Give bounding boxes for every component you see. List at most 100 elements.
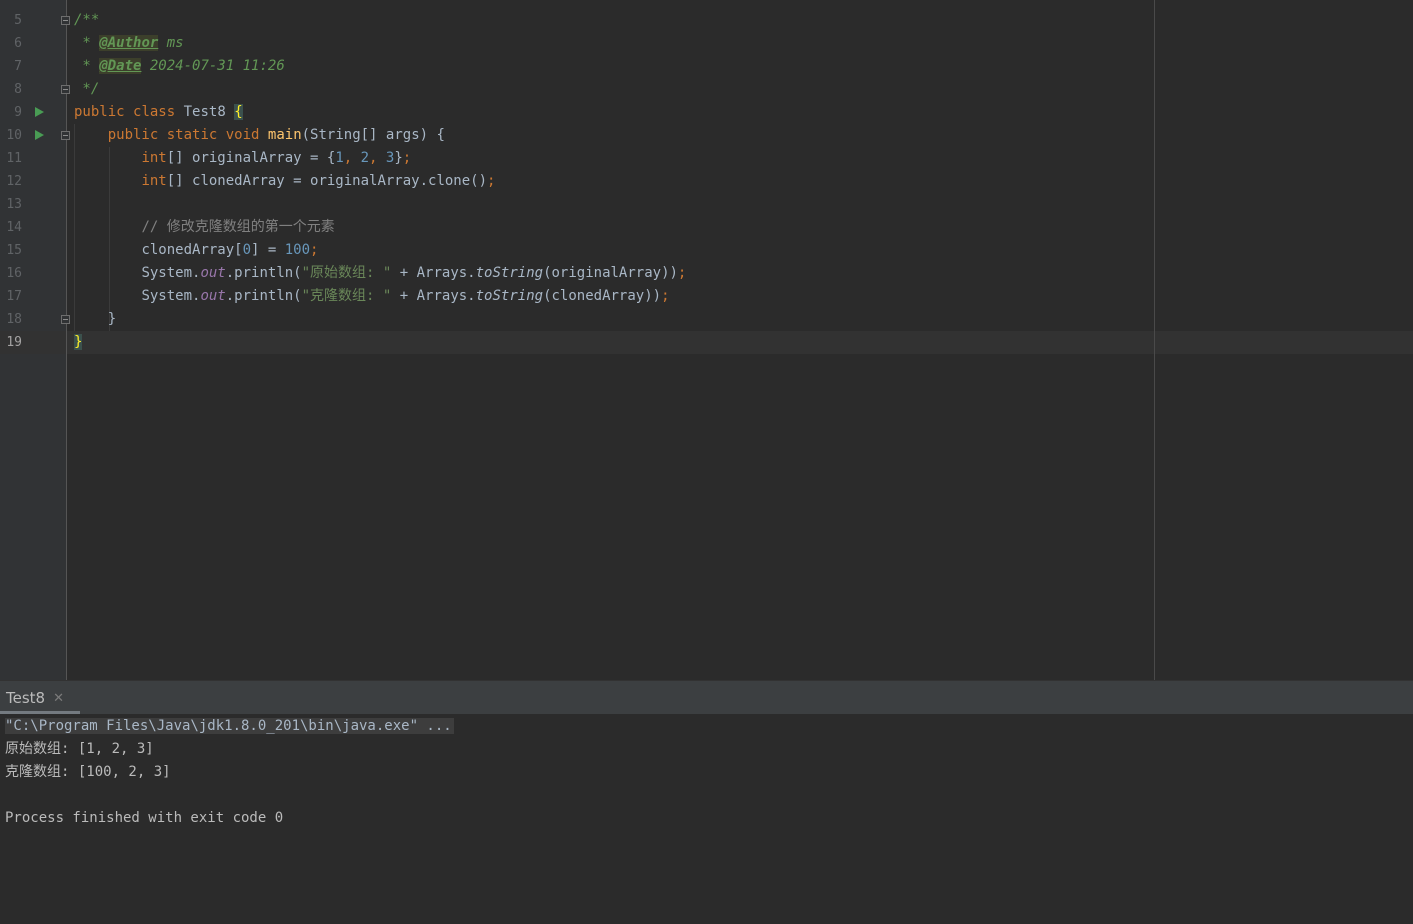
line-number: 14 [6,220,22,235]
keyword-void: void [225,127,260,143]
keyword-static: static [166,127,218,143]
code-line-16: System.out.println("原始数组: " + Arrays.toS… [74,262,686,285]
console-command-line[interactable]: "C:\Program Files\Java\jdk1.8.0_201\bin\… [5,715,454,738]
comma: , [343,150,361,166]
method-name: main [267,127,302,143]
code-line-5: /** [74,9,99,32]
right-margin-guide [1154,0,1155,680]
line-number: 7 [14,59,22,74]
brace-close: } [394,150,403,166]
line-number: 12 [6,174,22,189]
line-number: 17 [6,289,22,304]
number-literal: 1 [335,150,344,166]
code-line-7: * @Date 2024-07-31 11:26 [74,55,285,78]
code-text: clonedArray[ [141,242,243,258]
string-literal: "克隆数组: " [301,288,392,304]
method-params: (String[] args) { [301,127,445,143]
line-number: 5 [14,13,22,28]
number-literal: 100 [284,242,311,258]
static-field: out [200,288,226,304]
javadoc-open: /** [74,12,100,28]
semicolon: ; [402,150,412,166]
line-number: 10 [6,128,22,143]
code-line-8: */ [74,78,99,101]
code-line-9: public class Test8 { [74,101,243,124]
run-tab-label: Test8 [6,689,46,707]
semicolon: ; [661,288,670,304]
code-text: .println( [225,288,302,304]
gutter-divider [66,0,67,680]
java-command-link[interactable]: "C:\Program Files\Java\jdk1.8.0_201\bin\… [5,718,454,734]
javadoc-star: * [74,35,100,51]
code-line-15: clonedArray[0] = 100; [74,239,318,262]
semicolon: ; [310,242,319,258]
console-output[interactable]: "C:\Program Files\Java\jdk1.8.0_201\bin\… [0,714,1413,924]
code-line-19: } [74,331,83,354]
code-line-17: System.out.println("克隆数组: " + Arrays.toS… [74,285,670,308]
code-line-12: int[] clonedArray = originalArray.clone(… [74,170,495,193]
close-icon[interactable]: ✕ [53,691,64,706]
comma: , [369,150,386,166]
javadoc-date-tag: @Date [99,58,142,74]
code-line-6: * @Author ms [74,32,184,55]
current-line-highlight [0,331,1413,354]
run-tab-test8[interactable]: Test8 ✕ [0,681,72,715]
keyword-public: public [107,127,159,143]
fold-end-icon[interactable] [61,315,70,324]
javadoc-author-tag: @Author [99,35,159,51]
line-number: 15 [6,243,22,258]
line-number: 13 [6,197,22,212]
number-literal: 2 [360,150,370,166]
line-number: 11 [6,151,22,166]
line-number: 18 [6,312,22,327]
run-tab-bar: Test8 ✕ [0,680,1413,715]
code-text: (clonedArray)) [543,288,662,304]
javadoc-date-value: 2024-07-31 11:26 [141,58,285,74]
code-line-10: public static void main(String[] args) { [74,124,445,147]
number-literal: 0 [242,242,252,258]
code-text: System. [141,265,201,281]
line-comment: // 修改克隆数组的第一个元素 [141,219,335,235]
line-number: 8 [14,82,22,97]
class-name: Test8 [183,104,226,120]
fold-collapse-icon[interactable] [61,131,70,140]
static-method: toString [475,265,544,281]
code-text: ] = [251,242,285,258]
code-text: [] clonedArray = originalArray.clone() [166,173,488,189]
brace-close: } [107,311,117,327]
string-literal: "原始数组: " [301,265,392,281]
javadoc-close: */ [74,81,100,97]
code-text: .println( [225,265,302,281]
keyword-class: class [133,104,176,120]
keyword-public: public [74,104,125,120]
matched-brace-open: { [234,104,243,120]
type-int: int [141,150,167,166]
code-text: (originalArray)) [543,265,678,281]
static-field: out [200,265,226,281]
matched-brace-close: } [74,334,83,350]
run-main-icon[interactable] [35,130,44,140]
console-exit-message: Process finished with exit code 0 [5,810,284,826]
javadoc-star: * [74,58,100,74]
semicolon: ; [677,265,687,281]
fold-end-icon[interactable] [61,85,70,94]
javadoc-author-value: ms [158,35,184,51]
code-text: + Arrays. [391,265,476,281]
fold-collapse-icon[interactable] [61,16,70,25]
line-number: 16 [6,266,22,281]
line-number: 9 [14,105,22,120]
run-class-icon[interactable] [35,107,44,117]
line-number-current: 19 [6,335,22,350]
line-number: 6 [14,36,22,51]
code-text: [] originalArray = { [166,150,336,166]
code-text: System. [141,288,201,304]
console-output-line: 原始数组: [1, 2, 3] [5,741,154,757]
code-line-18: } [74,308,116,331]
semicolon: ; [487,173,496,189]
type-int: int [141,173,167,189]
code-editor[interactable]: 5 6 7 8 9 10 11 12 13 14 15 16 17 18 19 … [0,0,1413,680]
code-line-14: // 修改克隆数组的第一个元素 [74,216,335,239]
run-tool-window: Test8 ✕ "C:\Program Files\Java\jdk1.8.0_… [0,680,1413,924]
static-method: toString [475,288,544,304]
console-output-line: 克隆数组: [100, 2, 3] [5,764,171,780]
